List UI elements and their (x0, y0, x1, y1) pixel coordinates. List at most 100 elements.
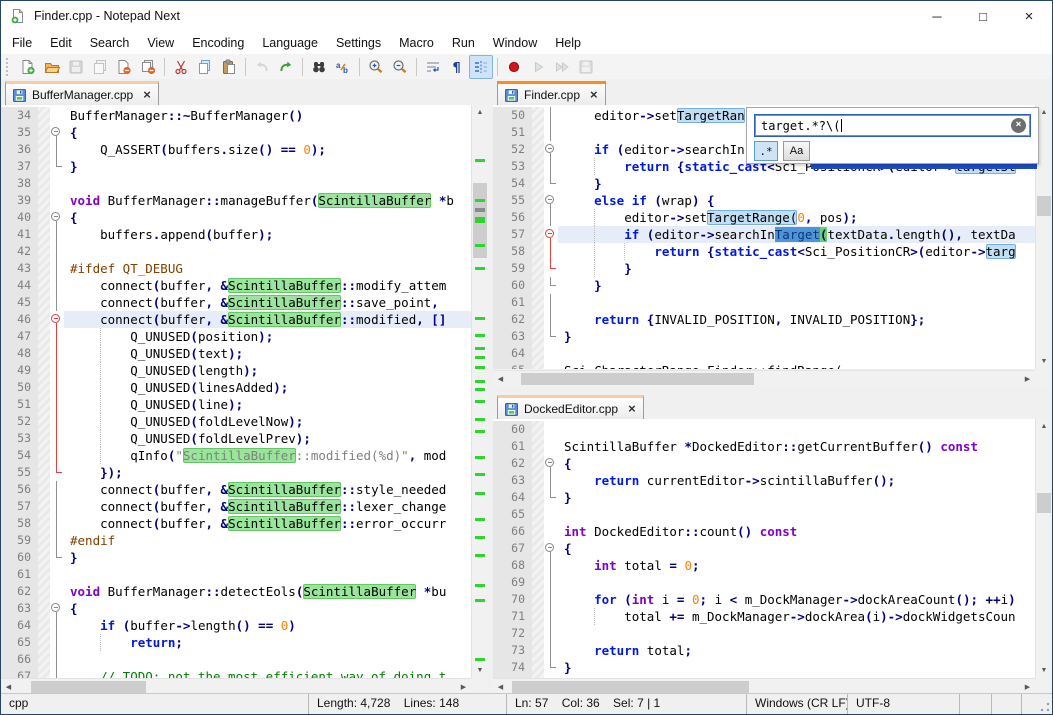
code-line-52[interactable]: 52 Q_UNUSED(foldLevelNow); (1, 413, 471, 430)
regex-toggle-button[interactable]: .* (754, 141, 778, 161)
code-line-65[interactable]: 65 (493, 506, 1035, 523)
fold-margin[interactable] (544, 192, 558, 209)
code-line-43[interactable]: 43#ifdef QT_DEBUG (1, 260, 471, 277)
record-macro-button[interactable] (502, 55, 526, 79)
code-line-60[interactable]: 60 } (493, 277, 1035, 294)
code-text[interactable]: if (editor->searchInTarget(textData.leng… (558, 226, 1035, 243)
minimize-button[interactable]: ─ (914, 1, 960, 31)
fold-margin[interactable] (50, 124, 64, 141)
fold-margin[interactable] (50, 651, 64, 668)
code-text[interactable]: int DockedEditor::count() const (558, 523, 1035, 540)
menu-item-view[interactable]: View (138, 33, 183, 53)
code-line-56[interactable]: 56 connect(buffer, &ScintillaBuffer::sty… (1, 481, 471, 498)
fold-margin[interactable] (544, 591, 558, 608)
fold-margin[interactable] (50, 192, 64, 209)
code-line-42[interactable]: 42 (1, 243, 471, 260)
code-line-51[interactable]: 51 Q_UNUSED(line); (1, 396, 471, 413)
code-line-38[interactable]: 38 (1, 175, 471, 192)
code-text[interactable]: connect(buffer, &ScintillaBuffer::error_… (64, 515, 471, 532)
scrollbar-thumb[interactable] (512, 681, 749, 693)
code-text[interactable]: BufferManager::~BufferManager() (64, 107, 471, 124)
code-text[interactable]: return total; (558, 642, 1035, 659)
code-text[interactable]: connect(buffer, &ScintillaBuffer::save_p… (64, 294, 471, 311)
fold-margin[interactable] (50, 158, 64, 175)
resize-grip[interactable] (1022, 694, 1052, 714)
tab-dockededitor-cpp[interactable]: DockedEditor.cpp × (497, 395, 644, 420)
fold-margin[interactable] (544, 328, 558, 345)
match-case-toggle-button[interactable]: Aa (783, 141, 810, 161)
fold-margin[interactable] (50, 668, 64, 678)
code-line-68[interactable]: 68 int total = 0; (493, 557, 1035, 574)
fold-margin[interactable] (544, 311, 558, 328)
fold-margin[interactable] (544, 260, 558, 277)
fold-margin[interactable] (544, 345, 558, 362)
fold-margin[interactable] (544, 107, 558, 124)
code-text[interactable]: } (558, 489, 1035, 506)
paste-button[interactable] (217, 55, 241, 79)
fold-margin[interactable] (544, 557, 558, 574)
close-button[interactable]: × (1006, 1, 1052, 31)
code-text[interactable] (558, 294, 1035, 311)
code-line-73[interactable]: 73 return total; (493, 642, 1035, 659)
code-text[interactable]: { (64, 600, 471, 617)
code-line-54[interactable]: 54 qInfo("ScintillaBuffer::modified(%d)"… (1, 447, 471, 464)
show-all-characters-button[interactable]: ¶ (445, 55, 469, 79)
fold-margin[interactable] (544, 124, 558, 141)
code-line-59[interactable]: 59 } (493, 260, 1035, 277)
fold-margin[interactable] (544, 642, 558, 659)
menu-item-file[interactable]: File (3, 33, 41, 53)
undo-button[interactable] (250, 55, 274, 79)
code-text[interactable]: } (558, 659, 1035, 676)
code-line-53[interactable]: 53 Q_UNUSED(foldLevelPrev); (1, 430, 471, 447)
code-text[interactable]: connect(buffer, &ScintillaBuffer::lexer_… (64, 498, 471, 515)
new-file-button[interactable] (16, 55, 40, 79)
code-text[interactable]: Sci_CharacterRange Finder::findRange( (558, 362, 1035, 369)
copy-button[interactable] (193, 55, 217, 79)
status-language[interactable]: cpp (1, 694, 309, 714)
fold-margin[interactable] (544, 362, 558, 369)
code-text[interactable]: Q_UNUSED(text); (64, 345, 471, 362)
toolbar-grip[interactable] (6, 58, 12, 76)
fold-margin[interactable] (50, 311, 64, 328)
code-text[interactable] (64, 175, 471, 192)
fold-margin[interactable] (50, 345, 64, 362)
fold-margin[interactable] (544, 540, 558, 557)
code-line-64[interactable]: 64 if (buffer->length() == 0) (1, 617, 471, 634)
code-line-74[interactable]: 74} (493, 659, 1035, 676)
save-copy-button[interactable] (88, 55, 112, 79)
fold-margin[interactable] (50, 328, 64, 345)
code-line-55[interactable]: 55 }); (1, 464, 471, 481)
code-text[interactable]: } (64, 549, 471, 566)
code-line-34[interactable]: 34BufferManager::~BufferManager() (1, 107, 471, 124)
fold-margin[interactable] (50, 260, 64, 277)
code-line-63[interactable]: 63} (493, 328, 1035, 345)
scroll-up-icon[interactable]: ▲ (1036, 419, 1052, 434)
code-line-65[interactable]: 65Sci_CharacterRange Finder::findRange( (493, 362, 1035, 369)
code-line-40[interactable]: 40{ (1, 209, 471, 226)
code-line-61[interactable]: 61 (493, 294, 1035, 311)
search-input[interactable]: target.*?\( × (754, 114, 1031, 137)
code-line-39[interactable]: 39void BufferManager::manageBuffer(Scint… (1, 192, 471, 209)
scroll-right-icon[interactable]: ▶ (1020, 371, 1035, 387)
status-encoding[interactable]: UTF-8 (848, 694, 960, 714)
redo-button[interactable] (274, 55, 298, 79)
fold-margin[interactable] (544, 158, 558, 175)
code-line-58[interactable]: 58 return {static_cast<Sci_PositionCR>(e… (493, 243, 1035, 260)
code-line-48[interactable]: 48 Q_UNUSED(text); (1, 345, 471, 362)
cut-button[interactable] (169, 55, 193, 79)
tab-close-icon[interactable]: × (143, 90, 151, 100)
fold-margin[interactable] (50, 277, 64, 294)
clear-search-icon[interactable]: × (1011, 118, 1026, 133)
save-macro-button[interactable] (574, 55, 598, 79)
fold-margin[interactable] (50, 498, 64, 515)
code-text[interactable]: #ifdef QT_DEBUG (64, 260, 471, 277)
fold-margin[interactable] (544, 277, 558, 294)
code-line-66[interactable]: 66int DockedEditor::count() const (493, 523, 1035, 540)
close-all-button[interactable] (136, 55, 160, 79)
code-editor[interactable]: 34BufferManager::~BufferManager()35{36 Q… (1, 105, 488, 678)
scroll-up-icon[interactable]: ▲ (472, 105, 488, 120)
vertical-scrollbar[interactable]: ▲ ▼ (1035, 419, 1052, 678)
code-text[interactable]: Q_UNUSED(length); (64, 362, 471, 379)
fold-margin[interactable] (50, 481, 64, 498)
code-line-64[interactable]: 64} (493, 489, 1035, 506)
